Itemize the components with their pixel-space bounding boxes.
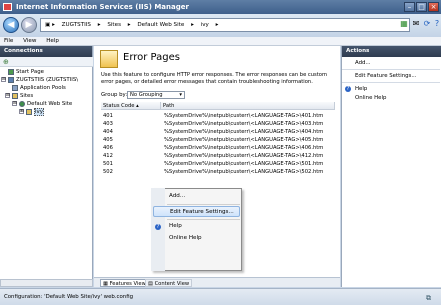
table-row[interactable]: 406 %SystemDrive%\inetpub\custerr\<LANGUA… — [101, 144, 335, 152]
menu-view[interactable]: View — [19, 37, 40, 46]
table-row[interactable]: 403 %SystemDrive%\inetpub\custerr\<LANGUA… — [101, 120, 335, 128]
network-status-icon: ⧉ — [426, 294, 431, 302]
actions-separator — [342, 69, 440, 70]
globe-icon — [19, 100, 25, 107]
start-page-icon — [8, 68, 14, 75]
breadcrumb[interactable]: ▣ ▸ ZUGTSTIIS ▸ Sites ▸ Default Web Site… — [40, 18, 410, 32]
forward-button[interactable]: ▶ — [21, 17, 37, 33]
collapse-icon[interactable]: ⊟ — [1, 77, 6, 82]
column-header-path[interactable]: Path — [161, 102, 335, 110]
menu-bar: File View Help — [0, 37, 441, 46]
status-bar: Configuration: 'Default Web Site/ivy' we… — [0, 288, 441, 305]
app-pools-icon — [12, 84, 18, 91]
collapse-icon[interactable]: ⊟ — [12, 101, 17, 106]
action-help-link[interactable]: Help — [355, 85, 367, 93]
tree-item-ivy[interactable]: ⊞ ivy — [19, 108, 44, 116]
breadcrumb-sep-icon: ▸ — [191, 22, 194, 28]
connections-header: Connections — [0, 46, 92, 57]
table-row[interactable]: 412 %SystemDrive%\inetpub\custerr\<LANGUA… — [101, 152, 335, 160]
tree-item-sites[interactable]: ⊟ Sites — [5, 92, 33, 100]
breadcrumb-ivy[interactable]: ivy — [201, 22, 209, 28]
tree-item-app-pools[interactable]: Application Pools — [12, 84, 66, 92]
back-button[interactable]: ◀ — [3, 17, 19, 33]
maximize-button[interactable]: □ — [416, 2, 427, 12]
breadcrumb-default-site[interactable]: Default Web Site — [137, 22, 184, 28]
refresh-icon[interactable]: ⟳ — [422, 19, 432, 29]
group-by-value: No Grouping — [130, 92, 163, 98]
server-icon: ▣ ▸ — [45, 22, 55, 28]
action-add-link[interactable]: Add... — [355, 59, 371, 67]
app-icon — [3, 3, 12, 11]
group-by-label: Group by: — [101, 92, 128, 98]
column-header-status-code[interactable]: Status Code ▴ — [101, 102, 161, 110]
context-separator — [167, 219, 240, 220]
breadcrumb-server[interactable]: ZUGTSTIIS — [62, 22, 91, 28]
help-icon: ? — [345, 86, 351, 92]
stop-icon[interactable]: ✉ — [411, 19, 421, 29]
folder-icon — [12, 92, 18, 99]
network-icon[interactable]: ▦ — [399, 19, 409, 29]
connect-icon[interactable]: ⊕ — [3, 58, 9, 66]
close-button[interactable]: × — [428, 2, 439, 12]
action-online-help-link[interactable]: Online Help — [355, 94, 386, 102]
tab-content-view[interactable]: ▤ Content View — [145, 279, 193, 287]
context-edit-feature-settings-item[interactable]: Edit Feature Settings... — [153, 206, 240, 217]
view-tabs: ▦ Features View ▤ Content View — [94, 277, 340, 287]
chevron-down-icon: ▾ — [179, 92, 182, 98]
action-edit-feature-settings-link[interactable]: Edit Feature Settings... — [355, 72, 417, 80]
group-by-select[interactable]: No Grouping ▾ — [127, 91, 185, 99]
expand-icon[interactable]: ⊞ — [19, 109, 24, 114]
connections-toolbar: ⊕ — [0, 57, 93, 67]
context-help-item[interactable]: Help — [165, 221, 241, 232]
folder-icon — [26, 108, 32, 115]
help-toolbar-icon[interactable]: ? — [432, 19, 441, 29]
minimize-button[interactable]: – — [404, 2, 415, 12]
table-row[interactable]: 501 %SystemDrive%\inetpub\custerr\<LANGUA… — [101, 160, 335, 168]
table-row[interactable]: 404 %SystemDrive%\inetpub\custerr\<LANGUA… — [101, 128, 335, 136]
context-online-help-item[interactable]: Online Help — [165, 233, 241, 244]
tree-item-start-page[interactable]: Start Page — [8, 68, 44, 76]
context-separator — [167, 204, 240, 205]
breadcrumb-sep-icon: ▸ — [97, 22, 101, 28]
collapse-icon[interactable]: ⊟ — [5, 93, 10, 98]
context-add-item[interactable]: Add... — [165, 191, 241, 202]
tab-features-view[interactable]: ▦ Features View — [100, 279, 149, 287]
breadcrumb-sep-icon: ▸ — [215, 22, 219, 28]
breadcrumb-sites[interactable]: Sites — [107, 22, 121, 28]
menu-file[interactable]: File — [0, 37, 17, 46]
table-row[interactable]: 401 %SystemDrive%\inetpub\custerr\<LANGUA… — [101, 112, 335, 120]
table-row[interactable]: 405 %SystemDrive%\inetpub\custerr\<LANGUA… — [101, 136, 335, 144]
window-title: Internet Information Services (IIS) Mana… — [0, 0, 441, 14]
error-pages-icon — [100, 50, 118, 68]
tree-item-server[interactable]: ⊟ ZUGTSTIIS (ZUGTSTIIS\ — [1, 76, 78, 84]
connections-hscrollbar[interactable] — [0, 279, 93, 287]
actions-header: Actions — [342, 46, 441, 57]
breadcrumb-sep-icon: ▸ — [127, 22, 131, 28]
server-icon — [8, 76, 14, 83]
actions-separator — [342, 82, 440, 83]
feature-description: Use this feature to configure HTTP error… — [101, 72, 328, 85]
page-title: Error Pages — [123, 52, 180, 63]
sort-asc-icon: ▴ — [136, 103, 139, 109]
tree-item-default-web-site[interactable]: ⊟ Default Web Site — [12, 100, 72, 108]
menu-help[interactable]: Help — [42, 37, 63, 46]
table-row[interactable]: 502 %SystemDrive%\inetpub\custerr\<LANGUA… — [101, 168, 335, 176]
status-text: Configuration: 'Default Web Site/ivy' we… — [4, 294, 134, 300]
help-icon: ? — [155, 224, 161, 230]
